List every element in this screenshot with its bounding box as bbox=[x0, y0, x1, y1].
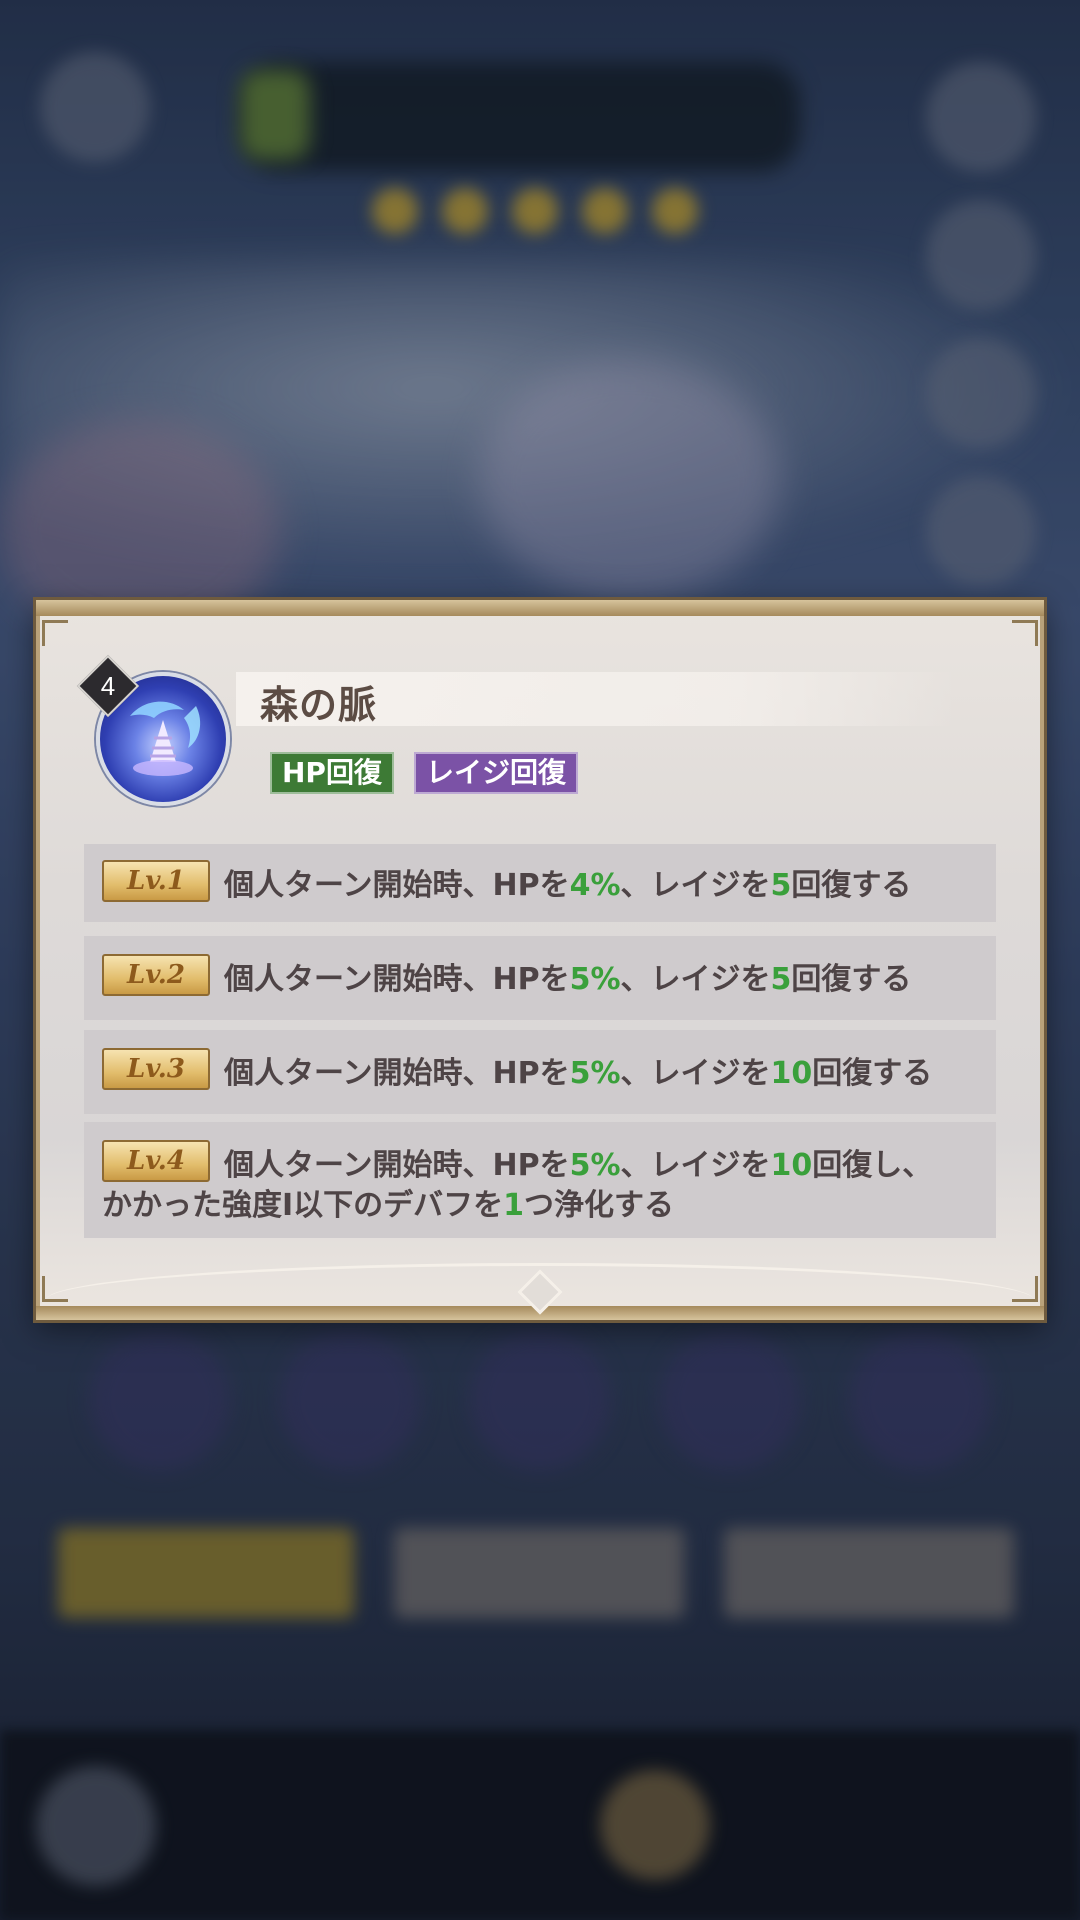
text-part: かかった強度Ⅰ以下のデバフを bbox=[102, 1188, 504, 1223]
level-description: 個人ターン開始時、HPを5%、レイジを10回復する bbox=[224, 1048, 978, 1092]
value-highlight: 5% bbox=[569, 1056, 621, 1091]
value-highlight: 4% bbox=[569, 868, 621, 903]
level-row-4: Lv.4 個人ターン開始時、HPを5%、レイジを10回復し、 かかった強度Ⅰ以下… bbox=[84, 1122, 996, 1238]
text-part: 回復する bbox=[791, 868, 912, 903]
value-highlight: 10 bbox=[770, 1056, 813, 1091]
corner-ornament bbox=[42, 1276, 68, 1302]
tag-hp-recovery: HP回復 bbox=[270, 752, 394, 794]
tag-rage-recovery: レイジ回復 bbox=[414, 752, 579, 794]
text-part: 個人ターン開始時、HPを bbox=[224, 1148, 570, 1183]
value-highlight: 10 bbox=[770, 1148, 813, 1183]
text-part: 、レイジを bbox=[620, 1148, 771, 1183]
text-part: 回復する bbox=[812, 1056, 933, 1091]
text-part: 、レイジを bbox=[620, 962, 771, 997]
value-highlight: 5% bbox=[569, 1148, 621, 1183]
text-part: つ浄化する bbox=[524, 1188, 675, 1223]
corner-ornament bbox=[42, 620, 68, 646]
level-description: 個人ターン開始時、HPを5%、レイジを5回復する bbox=[224, 954, 978, 998]
text-part: 回復し、 bbox=[812, 1148, 933, 1183]
game-screen: 4 森の脈 HP回復 レイジ回復 Lv.1 個人ターン開始時、HPを4%、レイジ… bbox=[0, 0, 1080, 1920]
value-highlight: 5% bbox=[569, 962, 621, 997]
level-description-line2: かかった強度Ⅰ以下のデバフを1つ浄化する bbox=[102, 1180, 674, 1224]
level-badge: Lv.2 bbox=[102, 954, 210, 996]
level-description: 個人ターン開始時、HPを4%、レイジを5回復する bbox=[224, 860, 978, 904]
text-part: 個人ターン開始時、HPを bbox=[224, 868, 570, 903]
level-badge: Lv.4 bbox=[102, 1140, 210, 1182]
skill-level-number: 4 bbox=[100, 671, 116, 701]
text-part: 、レイジを bbox=[620, 868, 771, 903]
text-part: 個人ターン開始時、HPを bbox=[224, 1056, 570, 1091]
corner-ornament bbox=[1012, 1276, 1038, 1302]
skill-detail-dialog: 4 森の脈 HP回復 レイジ回復 Lv.1 個人ターン開始時、HPを4%、レイジ… bbox=[36, 600, 1044, 1320]
level-row-3: Lv.3 個人ターン開始時、HPを5%、レイジを10回復する bbox=[84, 1030, 996, 1114]
level-badge: Lv.3 bbox=[102, 1048, 210, 1090]
corner-ornament bbox=[1012, 620, 1038, 646]
dialog-top-border bbox=[36, 600, 1044, 616]
text-part: 回復する bbox=[791, 962, 912, 997]
level-description: 個人ターン開始時、HPを5%、レイジを10回復し、 bbox=[224, 1140, 978, 1184]
value-highlight: 5 bbox=[770, 962, 792, 997]
level-badge: Lv.1 bbox=[102, 860, 210, 902]
text-part: 、レイジを bbox=[620, 1056, 771, 1091]
skill-name: 森の脈 bbox=[260, 683, 378, 727]
level-row-2: Lv.2 個人ターン開始時、HPを5%、レイジを5回復する bbox=[84, 936, 996, 1020]
level-row-1: Lv.1 個人ターン開始時、HPを4%、レイジを5回復する bbox=[84, 844, 996, 922]
value-highlight: 5 bbox=[770, 868, 792, 903]
text-part: 個人ターン開始時、HPを bbox=[224, 962, 570, 997]
value-highlight: 1 bbox=[503, 1188, 525, 1223]
